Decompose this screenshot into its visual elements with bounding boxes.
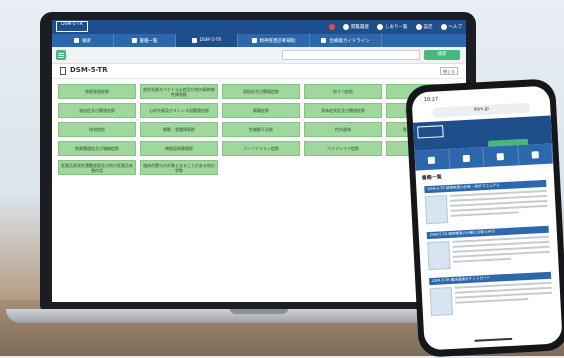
page-title: DSM-5-TR: [70, 66, 108, 74]
search-icon: [427, 156, 436, 164]
category-button[interactable]: 物質関連症及び嗜癖症群: [58, 141, 136, 156]
history-icon: [343, 24, 349, 30]
phone-url-bar[interactable]: dsm.jp: [432, 102, 531, 118]
pill-icon: [321, 38, 327, 43]
notification-icon[interactable]: [329, 24, 335, 30]
phone-tab-medication[interactable]: [517, 143, 554, 166]
help-button[interactable]: ヘルプ: [440, 24, 462, 30]
gear-icon: [415, 24, 422, 30]
phone-section-title: 書籍一覧: [421, 174, 442, 182]
bookmarks-button[interactable]: しおり一覧: [377, 24, 408, 30]
phone-home-indicator[interactable]: [474, 337, 513, 342]
app-top-bar: DSM-5-TR 閲覧履歴 しおり一覧 設定 ヘルプ: [52, 20, 466, 34]
category-button[interactable]: 排泄症群: [58, 122, 136, 137]
category-button[interactable]: 神経認知障害群: [140, 141, 218, 156]
category-button[interactable]: 身体症状症及び関連症群: [304, 103, 382, 118]
search-icon: [74, 38, 79, 43]
main-nav: 検索 書籍一覧 DSM-5-TR 精神疾患診断補助 治療薬ガイドライン: [52, 34, 466, 47]
category-button[interactable]: 強迫症及び関連症群: [58, 103, 136, 118]
top-actions: 閲覧履歴 しおり一覧 設定 ヘルプ: [329, 22, 462, 32]
document-icon: [191, 38, 197, 43]
document-icon: [60, 67, 66, 75]
category-button[interactable]: 統合失調スペクトラム症及び他の精神病性障害群: [140, 84, 218, 99]
close-button[interactable]: 閉じる: [440, 67, 458, 75]
category-button[interactable]: 医薬品誘発性運動症群及び他の医薬品有害作用: [58, 160, 136, 175]
heart-icon: [251, 38, 257, 43]
search-button[interactable]: 検索: [424, 50, 460, 60]
page-title-row: DSM-5-TR 閉じる: [52, 64, 466, 79]
laptop-notch: [230, 309, 288, 314]
phone-app-logo[interactable]: [417, 125, 444, 139]
phone-book-item[interactable]: DSM-5-TR 臨床面接ポケットガイド: [429, 271, 553, 317]
category-button[interactable]: パラフィリア症群: [304, 141, 382, 156]
category-button[interactable]: パーソナリティ症群: [222, 141, 300, 156]
tab-search[interactable]: 検索: [52, 34, 114, 47]
category-button[interactable]: 臨床的関与の対象となることのある他の状態: [140, 160, 218, 175]
books-icon: [462, 154, 470, 162]
category-button[interactable]: 性別違和: [304, 122, 382, 137]
phone-tab-search[interactable]: [414, 148, 450, 171]
books-icon: [131, 38, 137, 43]
help-icon: [440, 24, 447, 30]
heart-icon: [496, 152, 505, 160]
category-grid: 神経発達症群 統合失調スペクトラム症及び他の精神病性障害群 双極症及び関連症群 …: [58, 84, 464, 175]
phone-tab-books[interactable]: [448, 147, 485, 169]
smartphone: 10:27 dsm.jp 書籍一覧 DSM-5-TR 精神疾患の診断・統計マニュ…: [404, 78, 564, 358]
settings-button[interactable]: 設定: [415, 24, 433, 30]
book-cover-image: [429, 286, 454, 317]
category-button[interactable]: 睡眠・覚醒障害群: [140, 122, 218, 137]
tab-diagnosis[interactable]: 精神疾患診断補助: [238, 34, 310, 47]
book-cover-image: [427, 241, 451, 271]
bookmark-icon: [377, 24, 383, 30]
book-cover-image: [424, 195, 449, 225]
category-button[interactable]: 神経発達症群: [58, 84, 136, 99]
phone-book-item[interactable]: DSM-5-TR 精神疾患の分類と診断の手引: [426, 225, 551, 271]
phone-book-item[interactable]: DSM-5-TR 精神疾患の診断・統計マニュアル: [424, 179, 548, 225]
category-button[interactable]: 抑うつ症群: [304, 84, 382, 99]
category-button[interactable]: 双極症及び関連症群: [222, 84, 300, 99]
phone-clock: 10:27: [423, 96, 439, 104]
category-button[interactable]: 心的外傷及びストレス因関連症群: [140, 103, 218, 118]
category-button[interactable]: 性機能不全群: [222, 122, 300, 137]
menu-button[interactable]: [56, 50, 66, 60]
history-button[interactable]: 閲覧履歴: [343, 24, 369, 30]
phone-tab-diagnosis[interactable]: [483, 145, 519, 168]
tab-books[interactable]: 書籍一覧: [114, 34, 176, 47]
pill-icon: [531, 150, 539, 159]
laptop-screen: DSM-5-TR 閲覧履歴 しおり一覧 設定 ヘルプ 検索 書籍一覧 DSM-5…: [52, 20, 466, 302]
phone-screen: 10:27 dsm.jp 書籍一覧 DSM-5-TR 精神疾患の診断・統計マニュ…: [411, 85, 563, 351]
search-input[interactable]: [282, 50, 420, 60]
category-button[interactable]: 解離症群: [222, 103, 300, 118]
tab-medication[interactable]: 治療薬ガイドライン: [310, 34, 382, 47]
tab-dsm[interactable]: DSM-5-TR: [176, 34, 238, 47]
app-logo[interactable]: DSM-5-TR: [56, 21, 88, 32]
toolbar: 検索: [52, 47, 466, 64]
